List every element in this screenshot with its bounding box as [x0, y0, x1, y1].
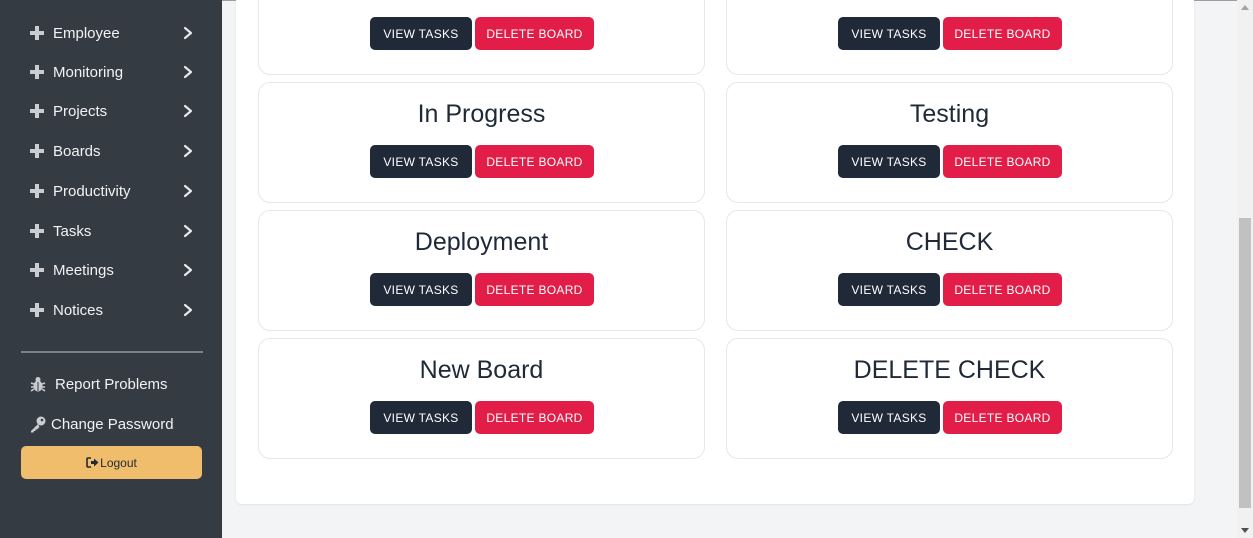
view-tasks-button[interactable]: VIEW TASKS [370, 273, 472, 306]
sidebar-item-label: Employee [53, 24, 120, 42]
scroll-down-arrow-icon[interactable] [1241, 528, 1249, 534]
change-password-label: Change Password [51, 415, 174, 433]
sidebar-item-notices[interactable]: Notices [0, 295, 222, 325]
plus-icon [30, 26, 44, 40]
chevron-right-icon [183, 263, 193, 277]
chevron-right-icon [183, 303, 193, 317]
delete-board-button[interactable]: DELETE BOARD [943, 401, 1062, 434]
board-card: New Board VIEW TASKS DELETE BOARD [258, 338, 705, 459]
plus-icon [30, 144, 44, 158]
plus-icon [30, 224, 44, 238]
delete-board-button[interactable]: DELETE BOARD [475, 145, 594, 178]
delete-board-button[interactable]: DELETE BOARD [475, 401, 594, 434]
chevron-right-icon [183, 144, 193, 158]
logout-button[interactable]: Logout [21, 446, 202, 479]
sidebar-divider [21, 351, 203, 353]
board-card: Deployment VIEW TASKS DELETE BOARD [258, 210, 705, 331]
sidebar-item-label: Monitoring [53, 63, 124, 81]
view-tasks-button[interactable]: VIEW TASKS [370, 145, 472, 178]
board-title: New Board [419, 356, 544, 384]
sidebar-item-label: Notices [53, 301, 104, 319]
view-tasks-button[interactable]: VIEW TASKS [838, 401, 940, 434]
scroll-up-arrow-icon[interactable] [1241, 4, 1249, 10]
boards-panel: VIEW TASKS DELETE BOARD VIEW TASKS DELET… [236, 0, 1194, 504]
logout-label: Logout [100, 455, 137, 470]
chevron-right-icon [183, 184, 193, 198]
delete-board-button[interactable]: DELETE BOARD [943, 17, 1062, 50]
chevron-right-icon [183, 26, 193, 40]
view-tasks-button[interactable]: VIEW TASKS [370, 401, 472, 434]
key-icon [31, 416, 46, 433]
chevron-right-icon [183, 104, 193, 118]
delete-board-button[interactable]: DELETE BOARD [943, 273, 1062, 306]
board-card: VIEW TASKS DELETE BOARD [258, 0, 705, 75]
board-card: DELETE CHECK VIEW TASKS DELETE BOARD [726, 338, 1173, 459]
chevron-right-icon [183, 65, 193, 79]
view-tasks-button[interactable]: VIEW TASKS [838, 145, 940, 178]
report-problems-label: Report Problems [55, 375, 168, 393]
sidebar-item-boards[interactable]: Boards [0, 136, 222, 166]
change-password-link[interactable]: Change Password [0, 409, 222, 439]
sidebar: Employee Monitoring Projects Boards Prod… [0, 0, 222, 538]
sidebar-item-productivity[interactable]: Productivity [0, 176, 222, 206]
board-title: DELETE CHECK [853, 356, 1046, 384]
board-card: In Progress VIEW TASKS DELETE BOARD [258, 82, 705, 203]
sidebar-item-employee[interactable]: Employee [0, 18, 222, 48]
view-tasks-button[interactable]: VIEW TASKS [838, 17, 940, 50]
sign-out-icon [86, 457, 99, 468]
board-title: Deployment [414, 228, 549, 256]
plus-icon [30, 184, 44, 198]
sidebar-item-label: Projects [53, 102, 108, 120]
board-title: CHECK [905, 228, 994, 256]
plus-icon [30, 65, 44, 79]
board-card: CHECK VIEW TASKS DELETE BOARD [726, 210, 1173, 331]
sidebar-item-monitoring[interactable]: Monitoring [0, 57, 222, 87]
plus-icon [30, 263, 44, 277]
chevron-right-icon [183, 224, 193, 238]
sidebar-item-label: Tasks [53, 222, 92, 240]
sidebar-item-tasks[interactable]: Tasks [0, 216, 222, 246]
sidebar-item-projects[interactable]: Projects [0, 96, 222, 126]
sidebar-item-label: Boards [53, 142, 101, 160]
plus-icon [30, 303, 44, 317]
vertical-scrollbar[interactable] [1237, 0, 1253, 538]
board-card: Testing VIEW TASKS DELETE BOARD [726, 82, 1173, 203]
sidebar-item-label: Meetings [53, 261, 114, 279]
delete-board-button[interactable]: DELETE BOARD [475, 17, 594, 50]
view-tasks-button[interactable]: VIEW TASKS [838, 273, 940, 306]
view-tasks-button[interactable]: VIEW TASKS [370, 17, 472, 50]
board-title: In Progress [417, 100, 546, 128]
board-card: VIEW TASKS DELETE BOARD [726, 0, 1173, 75]
report-problems-link[interactable]: Report Problems [0, 369, 222, 399]
sidebar-item-label: Productivity [53, 182, 131, 200]
delete-board-button[interactable]: DELETE BOARD [475, 273, 594, 306]
board-title: Testing [909, 100, 990, 128]
bug-icon [30, 377, 46, 392]
delete-board-button[interactable]: DELETE BOARD [943, 145, 1062, 178]
scrollbar-thumb[interactable] [1239, 218, 1251, 508]
plus-icon [30, 104, 44, 118]
sidebar-item-meetings[interactable]: Meetings [0, 255, 222, 285]
